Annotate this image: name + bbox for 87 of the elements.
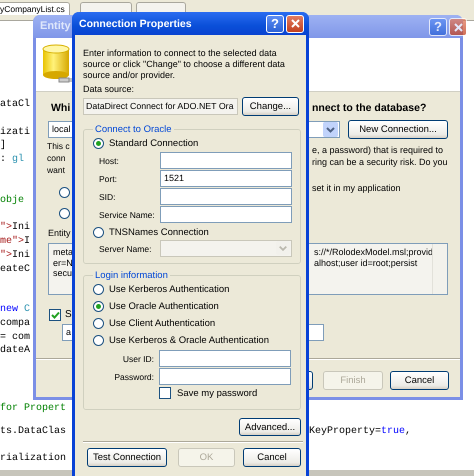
close-icon bbox=[454, 22, 462, 32]
field-label: User ID: bbox=[122, 354, 155, 364]
group-title: Connect to Oracle bbox=[94, 124, 173, 135]
radio-label: TNSNames Connection bbox=[109, 226, 209, 238]
data-source-field: DataDirect Connect for ADO.NET Ora bbox=[83, 98, 238, 115]
option-label: set it in my application bbox=[312, 183, 401, 193]
radio-label: Use Oracle Authentication bbox=[109, 301, 219, 312]
code-line: obje bbox=[0, 194, 24, 207]
connection-string-text: meta bbox=[53, 247, 74, 258]
code-line: me">I bbox=[0, 235, 30, 248]
help-button[interactable]: ? bbox=[266, 14, 284, 32]
code-line: dateA bbox=[0, 344, 30, 357]
code-line: ataCl bbox=[0, 98, 30, 111]
field-label: SID: bbox=[98, 192, 117, 202]
warning-text: e, a password) that is required to bbox=[312, 144, 444, 156]
connection-string-text: secu bbox=[53, 268, 74, 278]
dialog-button[interactable]: Cancel bbox=[390, 371, 449, 390]
code-line: : gl bbox=[0, 153, 24, 166]
radio-button[interactable] bbox=[93, 335, 104, 346]
radio-label: Standard Connection bbox=[109, 138, 198, 148]
change-button[interactable]: Change... bbox=[242, 97, 299, 116]
dialog-button[interactable]: Cancel bbox=[243, 448, 301, 467]
code-line: izati bbox=[0, 126, 30, 139]
code-line: ts.DataClas bbox=[0, 425, 66, 438]
code-line: eateC bbox=[0, 263, 30, 276]
code-line: ">Ini bbox=[0, 249, 30, 262]
close-button[interactable] bbox=[449, 18, 467, 36]
warning-text: want bbox=[47, 164, 66, 176]
input-field[interactable] bbox=[160, 152, 292, 169]
radio-button[interactable] bbox=[59, 187, 70, 198]
input-field[interactable]: 1521 bbox=[160, 170, 292, 187]
radio-option[interactable]: Standard Connection bbox=[93, 135, 294, 151]
code-line: for Propert bbox=[0, 402, 66, 415]
input-field[interactable] bbox=[159, 368, 291, 385]
warning-text: conn bbox=[47, 152, 66, 164]
radio-option[interactable]: Use Kerberos & Oracle Authentication bbox=[93, 332, 294, 349]
window-title: Entity bbox=[40, 20, 71, 32]
field-label: Service Name: bbox=[98, 210, 156, 220]
radio-button[interactable] bbox=[93, 301, 104, 312]
code-line: = com bbox=[0, 331, 30, 344]
code-line: ] bbox=[0, 139, 6, 152]
radio-button[interactable] bbox=[93, 226, 104, 238]
radio-button[interactable] bbox=[59, 208, 70, 219]
field-label: Port: bbox=[98, 174, 118, 184]
editor-tab[interactable]: yCompanyList.cs bbox=[0, 2, 70, 15]
input-field[interactable] bbox=[160, 188, 292, 205]
code-line: compa bbox=[0, 317, 30, 330]
checkbox[interactable] bbox=[49, 309, 61, 321]
checkbox-label: S bbox=[65, 309, 72, 320]
radio-button[interactable] bbox=[93, 138, 104, 148]
question-text: Whi bbox=[51, 102, 70, 114]
radio-label: Use Kerberos & Oracle Authentication bbox=[109, 335, 270, 346]
window-title: Connection Properties bbox=[79, 18, 193, 30]
radio-option[interactable]: Use Oracle Authentication bbox=[93, 298, 294, 315]
advanced-button[interactable]: Advanced... bbox=[239, 418, 301, 436]
radio-option[interactable]: Use Client Authentication bbox=[93, 315, 294, 332]
warning-text: This c bbox=[47, 140, 70, 152]
radio-option[interactable]: Use Kerberos Authentication bbox=[93, 281, 294, 298]
connection-string-text: alhost;user id=root;persist bbox=[314, 258, 418, 268]
field-label: Host: bbox=[98, 156, 120, 166]
radio-label: Use Client Authentication bbox=[109, 318, 216, 329]
radio-option[interactable]: TNSNames Connection bbox=[93, 224, 294, 240]
input-field[interactable] bbox=[160, 206, 292, 223]
checkbox[interactable] bbox=[159, 387, 171, 399]
connection-string-text: er=N bbox=[53, 258, 74, 268]
group-title: Login information bbox=[94, 270, 169, 281]
field-label: Password: bbox=[113, 372, 155, 382]
input-field[interactable] bbox=[159, 350, 291, 367]
close-icon bbox=[290, 19, 300, 28]
field-label: Server Name: bbox=[98, 244, 152, 254]
close-button[interactable] bbox=[286, 14, 304, 32]
instruction-text: Enter information to connect to the selected data source or click "Change" to choose a different data source and/or provider. bbox=[83, 48, 286, 81]
warning-text: ring can be a security risk. Do you bbox=[312, 156, 448, 168]
code-line: new C bbox=[0, 303, 30, 316]
code-line: KeyProperty=true, bbox=[309, 425, 412, 438]
field-label: Entity bbox=[48, 228, 71, 238]
code-line: rialization bbox=[0, 452, 66, 465]
question-text: nnect to the database? bbox=[312, 102, 426, 114]
code-line: ">Ini bbox=[0, 221, 30, 234]
connection-string-text: s://*/RolodexModel.msl;provid bbox=[314, 247, 434, 258]
radio-button[interactable] bbox=[93, 284, 104, 295]
field-label: Data source: bbox=[83, 84, 136, 95]
radio-label: Use Kerberos Authentication bbox=[109, 284, 230, 295]
radio-button[interactable] bbox=[93, 318, 104, 329]
checkbox-label: Save my password bbox=[177, 388, 258, 398]
dialog-button[interactable]: Test Connection bbox=[87, 448, 167, 467]
new-connection-button[interactable]: New Connection... bbox=[348, 120, 448, 139]
